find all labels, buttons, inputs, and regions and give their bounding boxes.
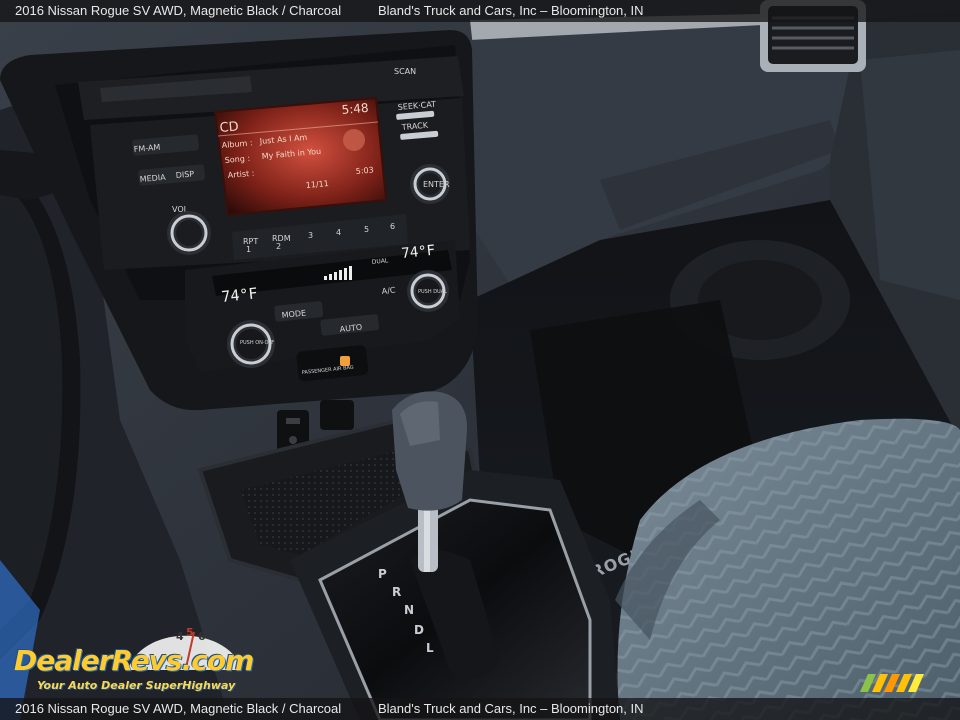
preset-5[interactable]: 5: [364, 225, 369, 234]
temp-left-display: 74°F: [221, 284, 259, 306]
preset-6[interactable]: 6: [390, 222, 395, 231]
push-dual-label: PUSH DUAL: [418, 289, 447, 295]
enter-label: ENTER: [423, 180, 450, 189]
corner-stripe-logo: [860, 674, 924, 692]
temp-right-knob[interactable]: PUSH DUAL: [407, 270, 449, 312]
volume-knob[interactable]: [167, 211, 211, 255]
radio-unit: CD 5:48 Album : Just As I Am Song : My F…: [78, 56, 470, 270]
preset-3[interactable]: 3: [308, 231, 313, 240]
dealerrevs-watermark: DealerRevs.com Your Auto Dealer SuperHig…: [12, 622, 264, 694]
caption-bar-bottom: 2016 Nissan Rogue SV AWD, Magnetic Black…: [0, 698, 960, 720]
preset-rdm-sub: 2: [276, 242, 281, 251]
watermark-tagline: Your Auto Dealer SuperHighway: [37, 679, 236, 692]
tune-knob[interactable]: ENTER: [410, 164, 450, 204]
watermark-name: DealerRevs.com: [14, 644, 254, 677]
dealer-caption: Bland's Truck and Cars, Inc – Bloomingto…: [378, 3, 644, 18]
gear-n: N: [404, 603, 414, 617]
preset-rpt-sub: 1: [246, 245, 251, 254]
gear-l: L: [426, 641, 434, 655]
scan-button[interactable]: SCAN: [394, 67, 416, 76]
dealer-caption-bottom: Bland's Truck and Cars, Inc – Bloomingto…: [378, 701, 644, 716]
gear-r: R: [392, 585, 401, 599]
vehicle-caption-bottom: 2016 Nissan Rogue SV AWD, Magnetic Black…: [15, 701, 342, 716]
radio-clock: 5:48: [341, 101, 369, 117]
push-on-off-label: PUSH ON·OFF: [240, 340, 274, 346]
radio-display: CD 5:48 Album : Just As I Am Song : My F…: [213, 96, 388, 217]
ac-button[interactable]: A/C: [381, 286, 396, 296]
radio-source: CD: [219, 119, 239, 136]
usb-port-icon: [286, 418, 300, 424]
gear-p: P: [378, 567, 387, 581]
disp-button[interactable]: DISP: [175, 169, 194, 180]
car-interior-photo: ROGUE CD 5:48 Album: Just As I Am Song …: [0, 0, 960, 720]
aux-port-icon: [289, 436, 297, 444]
temp-left-knob[interactable]: PUSH ON·OFF: [227, 320, 275, 368]
preset-rdm[interactable]: RDM: [272, 234, 291, 243]
preset-4[interactable]: 4: [336, 228, 341, 237]
vehicle-caption: 2016 Nissan Rogue SV AWD, Magnetic Black…: [15, 3, 342, 18]
elapsed-time: 5:03: [355, 165, 374, 176]
caption-bar-top: 2016 Nissan Rogue SV AWD, Magnetic Black…: [0, 0, 960, 22]
gear-d: D: [414, 623, 424, 637]
interior-scene: ROGUE CD 5:48 Album: Just As I Am Song …: [0, 0, 960, 720]
